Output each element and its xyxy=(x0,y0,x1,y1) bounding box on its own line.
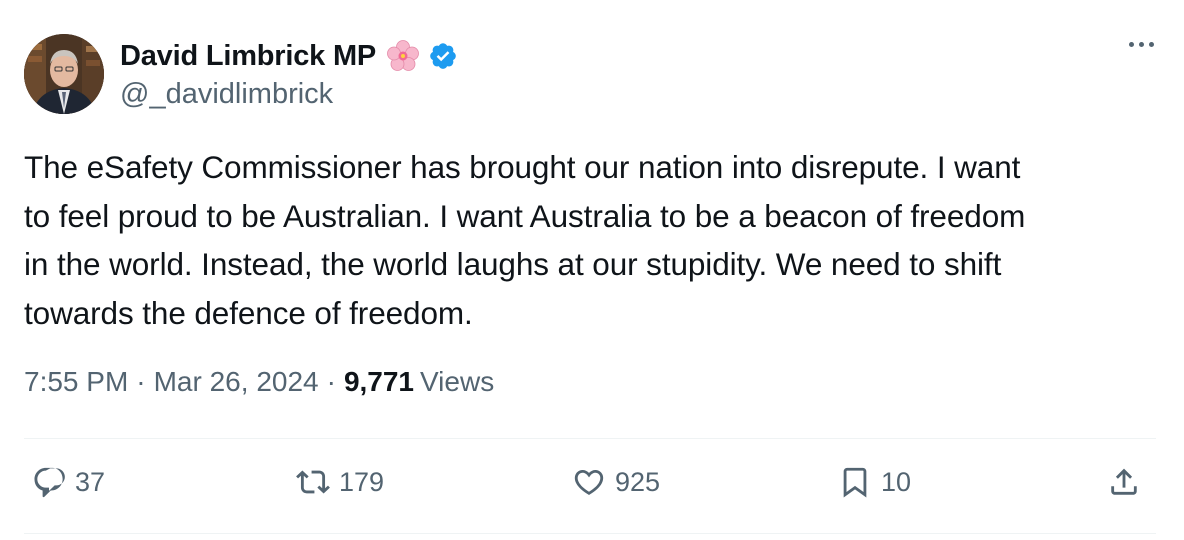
author-name-row: David Limbrick MP xyxy=(120,36,458,76)
tweet-date[interactable]: Mar 26, 2024 xyxy=(154,366,319,398)
tweet-text: The eSafety Commissioner has brought our… xyxy=(24,149,1026,331)
divider xyxy=(24,438,1156,439)
heart-icon xyxy=(574,469,604,495)
meta-separator: · xyxy=(326,366,336,397)
action-bar: 37 179 925 10 xyxy=(24,465,1160,511)
views-label: Views xyxy=(420,366,495,397)
cherry-blossom-icon xyxy=(386,39,420,73)
like-button[interactable]: 925 xyxy=(572,465,660,499)
retweet-count: 179 xyxy=(339,466,385,497)
bookmark-button[interactable]: 10 xyxy=(838,465,911,499)
meta-separator: · xyxy=(136,366,146,397)
verified-badge-icon[interactable] xyxy=(428,41,458,71)
reply-button[interactable]: 37 xyxy=(32,465,105,499)
retweet-button[interactable]: 179 xyxy=(296,465,384,499)
tweet-meta: 7:55 PM · Mar 26, 2024 · 9,771 Views xyxy=(24,366,494,398)
avatar[interactable] xyxy=(24,34,104,114)
share-icon xyxy=(1111,468,1137,495)
author-name[interactable]: David Limbrick MP xyxy=(120,40,376,73)
share-button[interactable] xyxy=(1107,465,1141,499)
more-options-icon[interactable] xyxy=(1129,42,1154,47)
divider xyxy=(24,533,1156,534)
bookmark-count: 10 xyxy=(881,466,912,497)
retweet-icon xyxy=(296,470,330,494)
bookmark-icon xyxy=(843,467,867,498)
views-count: 9,771 xyxy=(343,366,415,397)
tweet-time[interactable]: 7:55 PM xyxy=(24,366,128,398)
reply-count: 37 xyxy=(75,466,106,497)
like-count: 925 xyxy=(615,466,661,497)
author-handle[interactable]: @_davidlimbrick xyxy=(120,78,333,111)
reply-icon xyxy=(34,467,65,498)
